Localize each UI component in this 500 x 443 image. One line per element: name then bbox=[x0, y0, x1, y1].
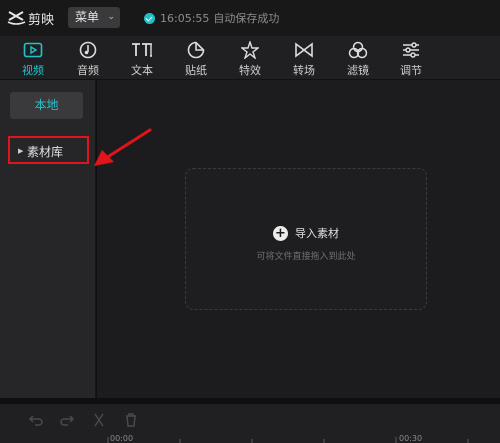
text-icon bbox=[120, 40, 164, 60]
redo-icon[interactable] bbox=[59, 412, 75, 428]
tab-video-label: 视频 bbox=[22, 64, 44, 77]
timeline-toolbar: 00:00 00:30 bbox=[0, 404, 500, 443]
media-toolbar: 视频 音频 文本 贴纸 特效 转场 滤镜 调节 bbox=[0, 36, 500, 80]
filter-icon bbox=[336, 40, 380, 60]
save-status-text: 自动保存成功 bbox=[213, 12, 280, 25]
tab-filter[interactable]: 滤镜 bbox=[336, 40, 380, 78]
app-name: 剪映 bbox=[28, 13, 55, 28]
ruler-label-30s: 00:30 bbox=[399, 434, 423, 443]
annotation-arrow-icon bbox=[94, 128, 152, 166]
adjust-icon bbox=[389, 40, 433, 60]
audio-icon bbox=[66, 40, 110, 60]
tab-sticker[interactable]: 贴纸 bbox=[174, 40, 218, 78]
import-button[interactable]: + 导入素材 bbox=[186, 225, 426, 241]
tab-audio-label: 音频 bbox=[77, 64, 99, 77]
tab-text-label: 文本 bbox=[131, 64, 153, 77]
tab-filter-label: 滤镜 bbox=[347, 64, 369, 77]
split-icon[interactable] bbox=[91, 412, 107, 428]
tab-effects-label: 特效 bbox=[239, 64, 261, 77]
tab-audio[interactable]: 音频 bbox=[66, 40, 110, 78]
tab-video[interactable]: 视频 bbox=[11, 40, 55, 78]
chevron-down-icon: ⌄ bbox=[107, 12, 115, 22]
menu-label: 菜单 bbox=[75, 10, 100, 24]
sticker-icon bbox=[174, 40, 218, 60]
local-button[interactable]: 本地 bbox=[10, 92, 83, 119]
drop-hint: 可将文件直接拖入到此处 bbox=[256, 252, 356, 262]
tab-text[interactable]: 文本 bbox=[120, 40, 164, 78]
tab-effects[interactable]: 特效 bbox=[228, 40, 272, 78]
video-icon bbox=[11, 40, 55, 60]
tab-adjust[interactable]: 调节 bbox=[389, 40, 433, 78]
undo-icon[interactable] bbox=[28, 412, 44, 428]
save-status: 16:05:55 自动保存成功 bbox=[144, 10, 279, 26]
tab-sticker-label: 贴纸 bbox=[185, 64, 207, 77]
import-label: 导入素材 bbox=[295, 227, 339, 240]
effects-icon bbox=[228, 40, 272, 60]
timeline-ruler[interactable] bbox=[0, 436, 500, 443]
save-time: 16:05:55 bbox=[160, 11, 210, 25]
plus-icon: + bbox=[273, 225, 288, 241]
tab-adjust-label: 调节 bbox=[400, 64, 422, 77]
media-sidebar: 本地 ▶ 素材库 bbox=[0, 80, 96, 398]
transition-icon bbox=[282, 40, 326, 60]
delete-icon[interactable] bbox=[123, 412, 139, 428]
tab-transition[interactable]: 转场 bbox=[282, 40, 326, 78]
library-label: 素材库 bbox=[27, 145, 64, 159]
tab-transition-label: 转场 bbox=[293, 64, 315, 77]
check-circle-icon bbox=[144, 12, 155, 24]
triangle-right-icon: ▶ bbox=[18, 147, 24, 155]
ruler-label-start: 00:00 bbox=[110, 434, 134, 443]
capcut-logo-icon bbox=[7, 11, 26, 25]
title-bar: 剪映 菜单 ⌄ 16:05:55 自动保存成功 bbox=[0, 0, 500, 36]
import-drop-zone[interactable]: + 导入素材 可将文件直接拖入到此处 bbox=[185, 168, 427, 310]
sidebar-item-library[interactable]: ▶ 素材库 bbox=[8, 136, 89, 164]
menu-button[interactable]: 菜单 ⌄ bbox=[68, 7, 120, 28]
